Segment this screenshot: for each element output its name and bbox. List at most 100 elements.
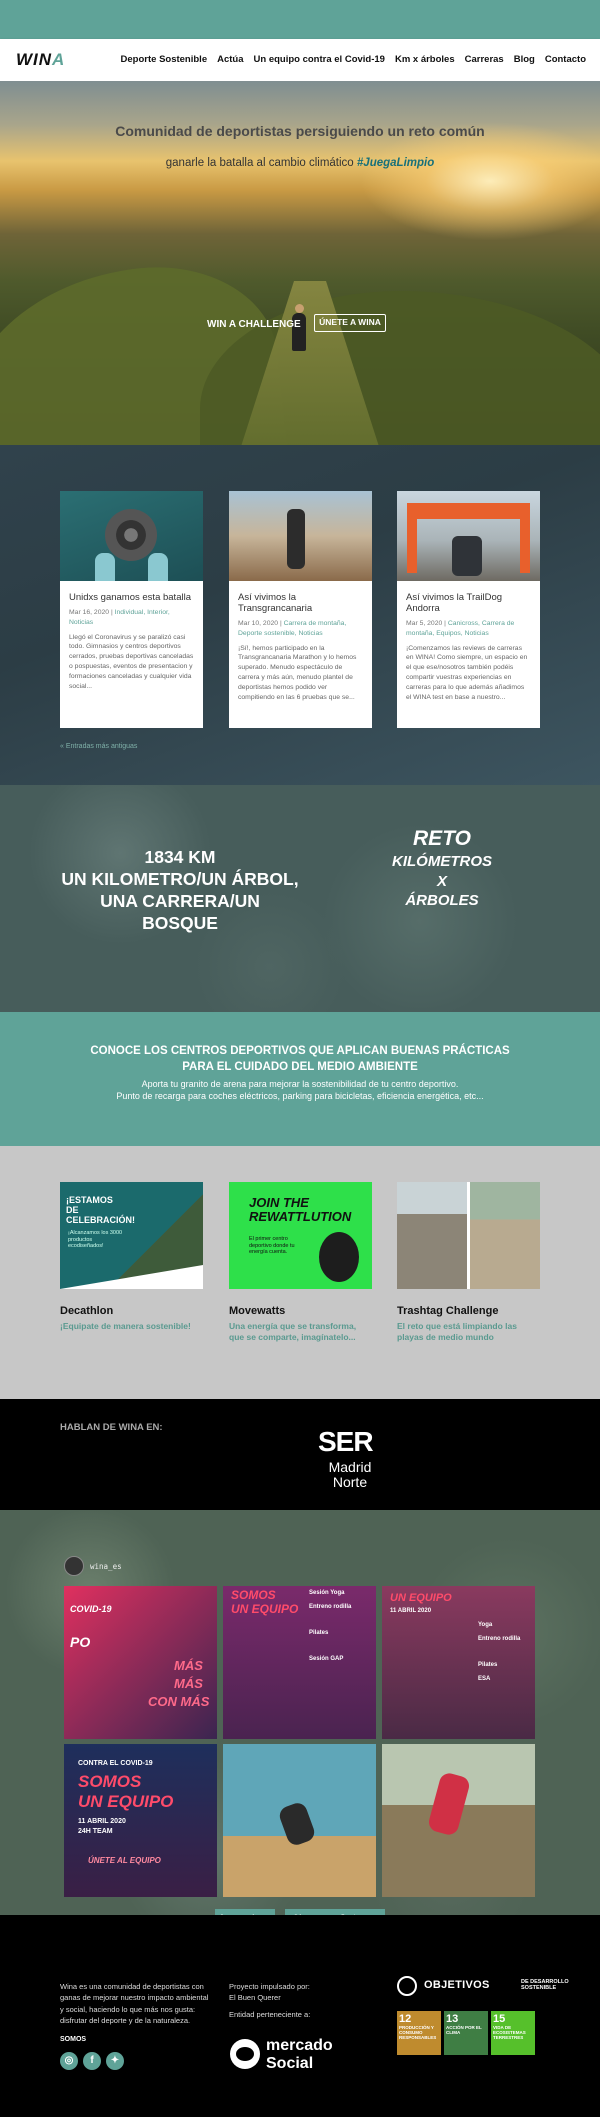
- norte-text: Norte: [332, 1473, 368, 1490]
- partner-image-sub: ¡Alcanzamos los 3000 productos ecodiseña…: [68, 1230, 123, 1250]
- post-text: ESA: [478, 1676, 491, 1682]
- post-text: CONTRA EL COVID-19: [78, 1760, 153, 1767]
- centers-heading: CONOCE LOS CENTROS DEPORTIVOS QUE APLICA…: [0, 1043, 600, 1075]
- centers-text-line-2: Punto de recarga para coches eléctricos,…: [116, 1091, 484, 1102]
- footer-about-line: y social, haciendo lo que más nos gusta:: [60, 2004, 196, 2014]
- blog-card-image[interactable]: [229, 491, 372, 581]
- madrid-norte-label: Madrid Norte: [305, 1460, 395, 1489]
- centers-text: Aporta tu granito de arena para mejorar …: [0, 1078, 600, 1102]
- partner-trashtag[interactable]: Trashtag Challenge El reto que está limp…: [397, 1182, 540, 1343]
- partner-image-corner: [60, 1265, 203, 1289]
- partner-desc: ¡Equipate de manera sostenible!: [60, 1321, 191, 1331]
- reto-km-arboles-logo[interactable]: RETO KILÓMETROS X ÁRBOLES: [362, 825, 522, 911]
- partner-name[interactable]: Movewatts: [229, 1305, 372, 1317]
- nav-item-blog[interactable]: Blog: [514, 54, 535, 65]
- un-emblem-icon: [397, 1976, 417, 1996]
- sdg-12-badge[interactable]: 12 PRODUCCIÓN Y CONSUMO RESPONSABLES: [397, 2011, 441, 2055]
- hero-section: Comunidad de deportistas persiguiendo un…: [0, 81, 600, 445]
- cadena-ser-logo[interactable]: SER: [318, 1426, 374, 1458]
- post-text: Pilates: [309, 1630, 329, 1636]
- instagram-post[interactable]: [223, 1744, 376, 1897]
- partner-name[interactable]: Trashtag Challenge: [397, 1305, 540, 1317]
- blog-card[interactable]: Así vivimos la Transgrancanaria Mar 10, …: [229, 491, 372, 728]
- partner-decathlon[interactable]: ¡ESTAMOS DE CELEBRACIÓN! ¡Alcanzamos los…: [60, 1182, 203, 1332]
- blog-card[interactable]: Unidxs ganamos esta batalla Mar 16, 2020…: [60, 491, 203, 728]
- madrid-text: Madrid: [328, 1459, 372, 1475]
- post-text: 11 ABRIL 2020: [78, 1818, 126, 1825]
- blog-card-title[interactable]: Unidxs ganamos esta batalla: [60, 581, 203, 604]
- join-wina-button[interactable]: ÚNETE A WINA: [314, 314, 386, 332]
- blog-card-excerpt: ¡Sí!, hemos participado en la Transgranc…: [238, 644, 357, 701]
- blog-card[interactable]: Así vivimos la TrailDog Andorra Mar 5, 2…: [397, 491, 540, 728]
- ods-title: OBJETIVOS: [424, 1979, 490, 1991]
- mercado-social-logo[interactable]: mercado Social: [230, 2035, 340, 2077]
- blog-card-image[interactable]: [60, 491, 203, 581]
- footer-project-value[interactable]: El Buen Querer: [229, 1992, 310, 2003]
- blog-card-title[interactable]: Así vivimos la TrailDog Andorra: [397, 581, 540, 615]
- footer-social-icons: ◎ f ✦: [60, 2052, 124, 2070]
- site-logo[interactable]: WINA: [16, 50, 65, 70]
- weight-plate-icon: [105, 509, 157, 561]
- post-text: Sesión GAP: [309, 1656, 344, 1662]
- instagram-handle[interactable]: wina_es: [90, 1562, 122, 1571]
- footer-about-line: Wina es una comunidad de deportistas con: [60, 1982, 204, 1991]
- nav-item-contacto[interactable]: Contacto: [545, 54, 586, 65]
- post-text: CON MÁS: [148, 1694, 210, 1709]
- instagram-post[interactable]: UN EQUIPO 11 ABRIL 2020 Yoga Entreno rod…: [382, 1586, 535, 1739]
- post-text: PO: [70, 1634, 91, 1650]
- nav-item-actua[interactable]: Actúa: [217, 54, 243, 65]
- ods-subtitle-line-2: SOSTENIBLE: [521, 1985, 557, 1992]
- instagram-avatar[interactable]: [64, 1556, 84, 1576]
- post-text: SOMOS: [231, 1588, 276, 1602]
- post-text: Pilates: [478, 1662, 498, 1668]
- blog-section: Unidxs ganamos esta batalla Mar 16, 2020…: [0, 445, 600, 785]
- instagram-post[interactable]: COVID-19 PO MÁS MÁS CON MÁS: [64, 1586, 217, 1739]
- sdg-label: ACCIÓN POR EL CLIMA: [446, 2025, 482, 2035]
- blog-card-meta: Mar 5, 2020 | Canicross, Carrera de mont…: [406, 619, 515, 637]
- post-text: UN EQUIPO: [231, 1602, 299, 1616]
- main-nav: WINA Deporte Sostenible Actúa Un equipo …: [0, 39, 600, 81]
- post-text: UN EQUIPO: [78, 1792, 174, 1811]
- beach-before: [397, 1182, 467, 1289]
- nav-item-deporte-sostenible[interactable]: Deporte Sostenible: [121, 54, 208, 65]
- sdg-13-badge[interactable]: 13 ACCIÓN POR EL CLIMA: [444, 2011, 488, 2055]
- social-text: Social: [266, 2055, 314, 2072]
- reto-line-4: ÁRBOLES: [405, 892, 479, 910]
- twitter-icon[interactable]: ✦: [106, 2052, 124, 2070]
- blog-card-title[interactable]: Así vivimos la Transgrancanaria: [229, 581, 372, 615]
- post-text: 24H TEAM: [78, 1828, 113, 1835]
- partner-image-headline: ¡ESTAMOS DE CELEBRACIÓN!: [66, 1195, 135, 1225]
- partner-image[interactable]: ¡ESTAMOS DE CELEBRACIÓN! ¡Alcanzamos los…: [60, 1182, 203, 1289]
- finish-arch-banner: [407, 503, 530, 519]
- partner-image-sub: El primer centro deportivo donde tu ener…: [249, 1236, 295, 1256]
- nav-item-covid[interactable]: Un equipo contra el Covid-19: [254, 54, 385, 65]
- runner-figure: [426, 1771, 472, 1837]
- centers-heading-line-2: PARA EL CUIDADO DEL MEDIO AMBIENTE: [182, 1061, 418, 1074]
- partner-image[interactable]: JOIN THE REWATTLUTION El primer centro d…: [229, 1182, 372, 1289]
- facebook-icon[interactable]: f: [83, 2052, 101, 2070]
- post-text: SOMOS: [78, 1772, 142, 1791]
- partner-movewatts[interactable]: JOIN THE REWATTLUTION El primer centro d…: [229, 1182, 372, 1343]
- instagram-post[interactable]: SOMOS UN EQUIPO Sesión Yoga Entreno rodi…: [223, 1586, 376, 1739]
- reto-line-1: RETO: [413, 827, 471, 850]
- instagram-post[interactable]: CONTRA EL COVID-19 SOMOS UN EQUIPO 11 AB…: [64, 1744, 217, 1897]
- hero-cta-text: WIN A CHALLENGE: [207, 319, 301, 330]
- finish-arch-left: [407, 503, 417, 573]
- sdg-15-badge[interactable]: 15 VIDA DE ECOSISTEMAS TERRESTRES: [491, 2011, 535, 2055]
- instagram-post[interactable]: [382, 1744, 535, 1897]
- post-text: MÁS: [174, 1676, 203, 1691]
- runner-figure: [287, 509, 305, 569]
- instagram-icon[interactable]: ◎: [60, 2052, 78, 2070]
- partner-image[interactable]: [397, 1182, 540, 1289]
- nav-item-km-arboles[interactable]: Km x árboles: [395, 54, 455, 65]
- beach-after: [470, 1182, 540, 1289]
- partner-name[interactable]: Decathlon: [60, 1305, 203, 1317]
- footer-about-line: disfrutar del deporte y de la naturaleza…: [60, 2015, 191, 2025]
- hero-claim: ganarle la batalla al cambio climático #…: [0, 157, 600, 169]
- mercado-text: mercado: [266, 2037, 333, 2054]
- nav-item-carreras[interactable]: Carreras: [465, 54, 504, 65]
- partner-desc: El reto que está limpiando las playas de…: [397, 1321, 517, 1343]
- blog-card-image[interactable]: [397, 491, 540, 581]
- older-posts-link[interactable]: « Entradas más antiguas: [60, 743, 137, 750]
- partner-image-headline: JOIN THE REWATTLUTION: [249, 1195, 352, 1224]
